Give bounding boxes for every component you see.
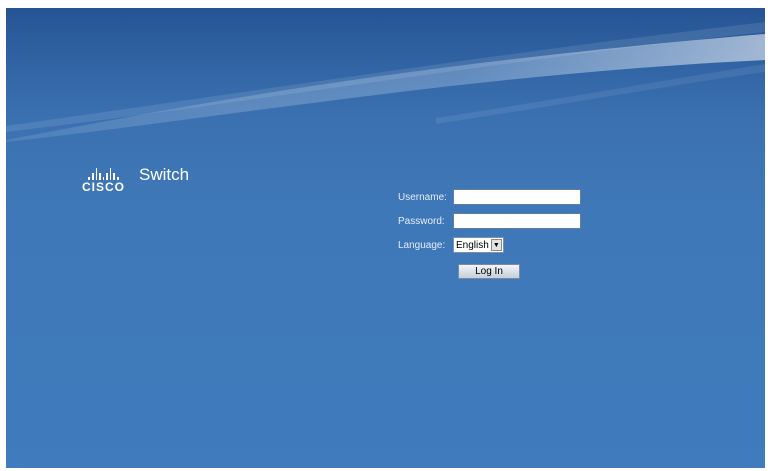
username-label: Username: [398, 191, 447, 203]
login-button[interactable]: Log In [458, 264, 520, 279]
username-input[interactable] [453, 189, 581, 205]
cisco-wordmark: CISCO [82, 180, 126, 194]
product-name: Switch [139, 165, 190, 184]
chevron-down-icon[interactable]: ▼ [490, 239, 502, 251]
password-input[interactable] [453, 213, 581, 229]
language-selected-value: English [456, 239, 489, 251]
language-label: Language: [398, 239, 446, 251]
login-form: Username: Password: Language: English ▼ … [398, 189, 581, 279]
cisco-logo: CISCO [82, 168, 125, 193]
language-row: Language: English ▼ [398, 237, 581, 253]
username-row: Username: [398, 189, 581, 205]
login-button-row: Log In [458, 261, 581, 279]
language-select[interactable]: English ▼ [453, 237, 504, 253]
password-label: Password: [398, 215, 445, 227]
brand-area: CISCO Switch [82, 165, 190, 193]
cisco-bridge-icon [88, 168, 119, 180]
login-page-background: CISCO Switch Username: Password: Languag… [6, 8, 765, 468]
password-row: Password: [398, 213, 581, 229]
